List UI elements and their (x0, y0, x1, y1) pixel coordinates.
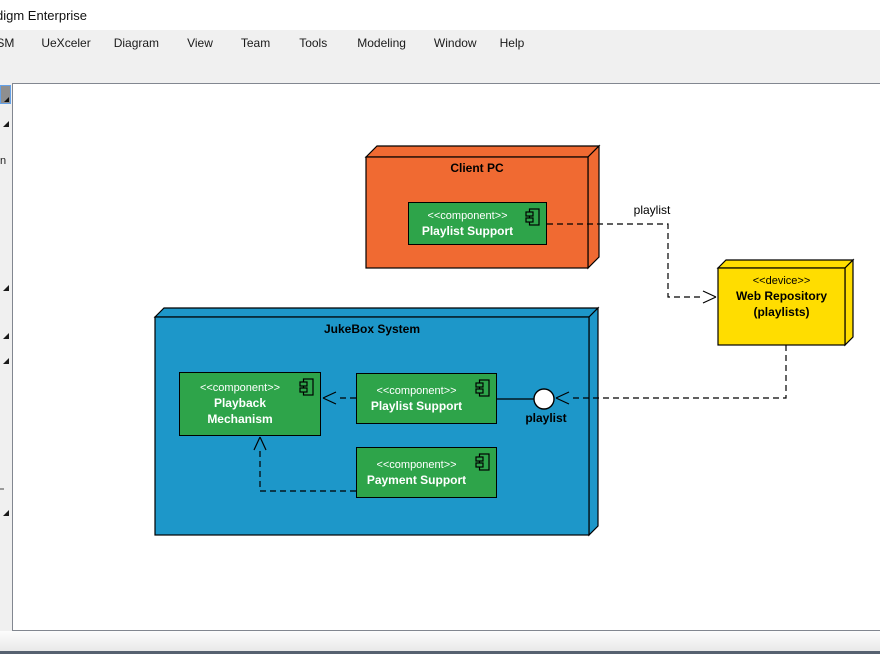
component-payment-support[interactable]: <<component>> Payment Support (356, 447, 497, 498)
component-name-line1: Playback (180, 395, 300, 411)
interface-label-playlist: playlist (516, 411, 576, 425)
component-playback-mechanism[interactable]: <<component>> Playback Mechanism (179, 372, 321, 436)
component-stereotype: <<component>> (409, 209, 526, 223)
component-name: Payment Support (357, 472, 476, 488)
jukebox-title: JukeBox System (155, 320, 589, 338)
component-name: Playlist Support (409, 223, 526, 239)
component-icon (475, 379, 490, 397)
component-icon (525, 208, 540, 226)
web-repository-name-line1: Web Repository (718, 288, 845, 304)
web-repository-name-line2: (playlists) (718, 304, 845, 320)
component-playlist-support-clientpc[interactable]: <<component>> Playlist Support (408, 202, 547, 245)
status-bar-divider (0, 651, 880, 654)
application-window: digm Enterprise TSM UeXceler Diagram Vie… (0, 0, 880, 658)
client-pc-title: Client PC (366, 159, 588, 177)
dependency-label-playlist: playlist (622, 203, 682, 217)
component-icon (475, 453, 490, 471)
component-stereotype: <<component>> (357, 384, 476, 398)
component-name: Playlist Support (357, 398, 476, 414)
component-stereotype: <<component>> (357, 458, 476, 472)
component-playlist-support-jukebox[interactable]: <<component>> Playlist Support (356, 373, 497, 424)
component-stereotype: <<component>> (180, 381, 300, 395)
component-icon (299, 378, 314, 396)
web-repository-stereotype: <<device>> (718, 274, 845, 288)
status-bar (0, 631, 880, 651)
web-repository-label: <<device>> Web Repository (playlists) (718, 268, 845, 320)
component-name-line2: Mechanism (180, 411, 300, 427)
